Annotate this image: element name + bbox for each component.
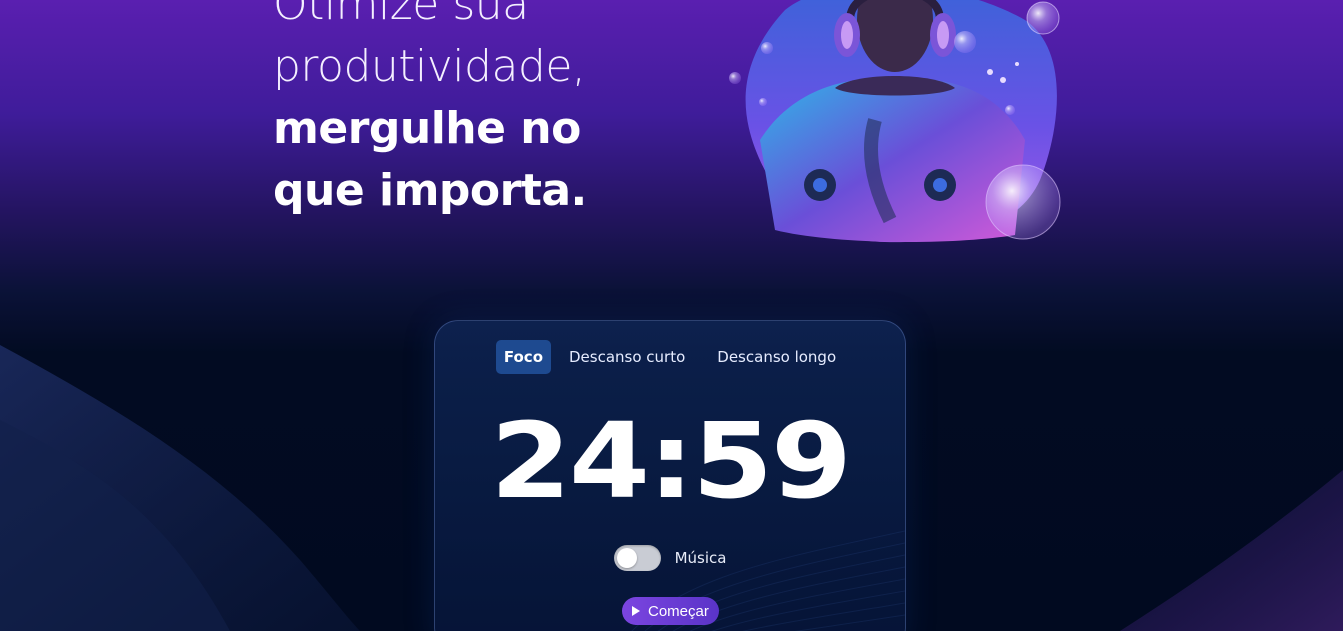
hero-illustration — [729, 0, 1061, 243]
hero-line-1: Otimize sua — [273, 0, 529, 30]
music-label: Música — [674, 549, 727, 567]
hero-line-3: mergulhe no — [273, 103, 581, 154]
hero-line-2: produtividade, — [273, 41, 586, 92]
toggle-knob — [616, 548, 637, 568]
pomodoro-card: Foco Descanso curto Descanso longo 24:59… — [434, 320, 906, 631]
tab-foco[interactable]: Foco — [495, 340, 551, 374]
music-toggle-row: Música — [435, 545, 905, 571]
start-button-label: Começar — [648, 602, 709, 620]
start-button[interactable]: Começar — [622, 597, 719, 625]
mode-tabs: Foco Descanso curto Descanso longo — [435, 340, 905, 374]
hero-line-4: que importa. — [273, 165, 587, 216]
tab-descanso-curto[interactable]: Descanso curto — [561, 340, 693, 374]
hero-title: Otimize sua produtividade, mergulhe no q… — [273, 0, 587, 222]
music-toggle[interactable] — [613, 545, 661, 571]
play-icon — [632, 606, 640, 616]
tab-descanso-longo[interactable]: Descanso longo — [709, 340, 844, 374]
timer-display: 24:59 — [490, 400, 852, 522]
